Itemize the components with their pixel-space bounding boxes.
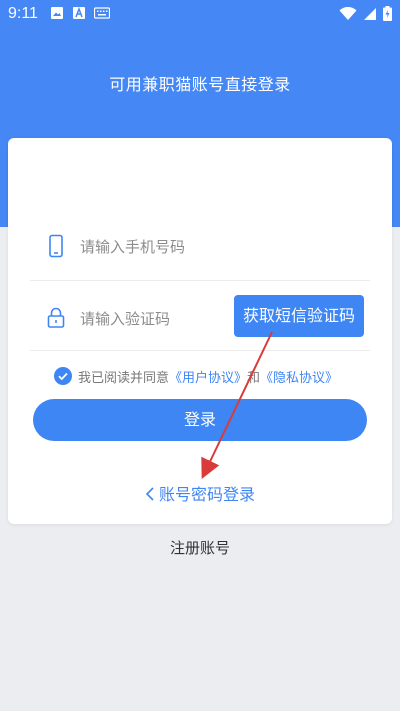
user-agreement-link[interactable]: 《用户协议》 <box>169 367 247 386</box>
chevron-left-icon <box>145 487 154 501</box>
page-title: 可用兼职猫账号直接登录 <box>109 75 291 94</box>
status-bar: 9:11 <box>0 0 400 28</box>
keyboard-icon <box>94 7 110 19</box>
status-time: 9:11 <box>8 5 38 22</box>
login-card: 请输入手机号码 请输入验证码 获取短信验证码 我已阅读并同意 《用户协议》 和 … <box>8 138 392 524</box>
lock-icon <box>47 307 65 328</box>
phone-input[interactable]: 请输入手机号码 <box>80 236 185 257</box>
agreement-and: 和 <box>247 370 261 386</box>
phone-icon <box>49 234 63 258</box>
signal-icon <box>364 7 376 20</box>
register-link[interactable]: 注册账号 <box>0 537 400 558</box>
status-icons-left <box>50 6 110 20</box>
agreement-prefix: 我已阅读并同意 <box>78 370 170 386</box>
agreement-row: 我已阅读并同意 《用户协议》 和 《隐私协议》 <box>54 366 338 386</box>
a-letter-icon <box>73 6 85 19</box>
code-input[interactable]: 请输入验证码 <box>80 308 170 329</box>
get-sms-code-button[interactable]: 获取短信验证码 <box>234 295 364 337</box>
status-icons-right <box>339 6 392 21</box>
privacy-agreement-link[interactable]: 《隐私协议》 <box>260 367 338 386</box>
battery-icon <box>383 6 392 21</box>
password-login-label: 账号密码登录 <box>158 485 255 504</box>
phone-field[interactable]: 请输入手机号码 <box>30 212 370 281</box>
login-button[interactable]: 登录 <box>33 399 367 441</box>
wifi-icon <box>339 6 357 20</box>
image-icon <box>51 7 63 19</box>
code-field[interactable]: 请输入验证码 获取短信验证码 <box>30 282 370 351</box>
password-login-link[interactable]: 账号密码登录 <box>8 481 392 505</box>
checkbox-checked-icon[interactable] <box>54 367 72 385</box>
